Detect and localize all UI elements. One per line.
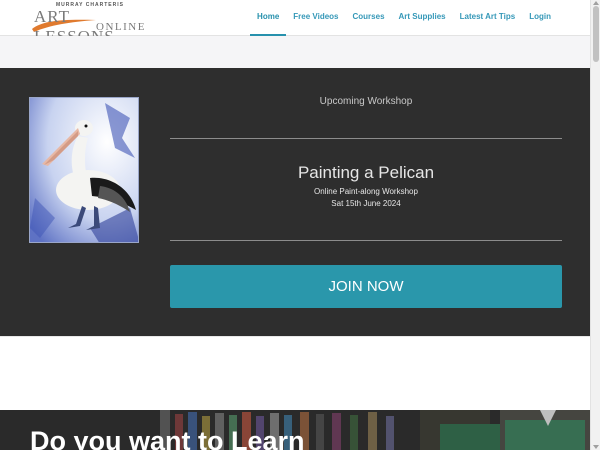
nav-item-home[interactable]: Home xyxy=(250,0,287,36)
page-scrollbar[interactable] xyxy=(590,0,600,450)
divider-top xyxy=(170,138,562,139)
scroll-thumb[interactable] xyxy=(593,6,599,62)
nav-item-art-supplies[interactable]: Art Supplies xyxy=(392,0,453,36)
nav-item-latest-art-tips[interactable]: Latest Art Tips xyxy=(453,0,523,36)
workshop-title: Painting a Pelican xyxy=(297,163,435,182)
divider-bottom xyxy=(170,240,562,241)
nav-item-login[interactable]: Login xyxy=(522,0,558,36)
nav-item-free-videos[interactable]: Free Videos xyxy=(286,0,345,36)
header-spacer xyxy=(0,36,590,68)
pelican-painting-image xyxy=(29,97,139,243)
logo-sub-text: ONLINE xyxy=(96,21,146,33)
scroll-down-icon[interactable] xyxy=(593,445,599,449)
content-spacer xyxy=(0,336,590,410)
scroll-up-icon[interactable] xyxy=(593,1,599,5)
hero-title: Do you want to Learn xyxy=(30,426,305,450)
site-header: MURRAY CHARTERIS ART LESSONS ONLINE Home… xyxy=(0,0,590,46)
nav-item-courses[interactable]: Courses xyxy=(346,0,392,36)
site-logo[interactable]: MURRAY CHARTERIS ART LESSONS ONLINE xyxy=(30,2,144,46)
workshop-heading: Upcoming Workshop xyxy=(319,96,413,107)
workshop-section: Upcoming Workshop Painting a Pelican Onl… xyxy=(0,68,590,336)
workshop-subtitle: Online Paint-along Workshop xyxy=(314,187,418,196)
join-now-button[interactable]: JOIN NOW xyxy=(170,265,562,308)
main-nav: Home Free Videos Courses Art Supplies La… xyxy=(250,0,558,36)
hero-section: Do you want to Learn xyxy=(0,410,590,450)
workshop-date: Sat 15th June 2024 xyxy=(331,199,401,208)
